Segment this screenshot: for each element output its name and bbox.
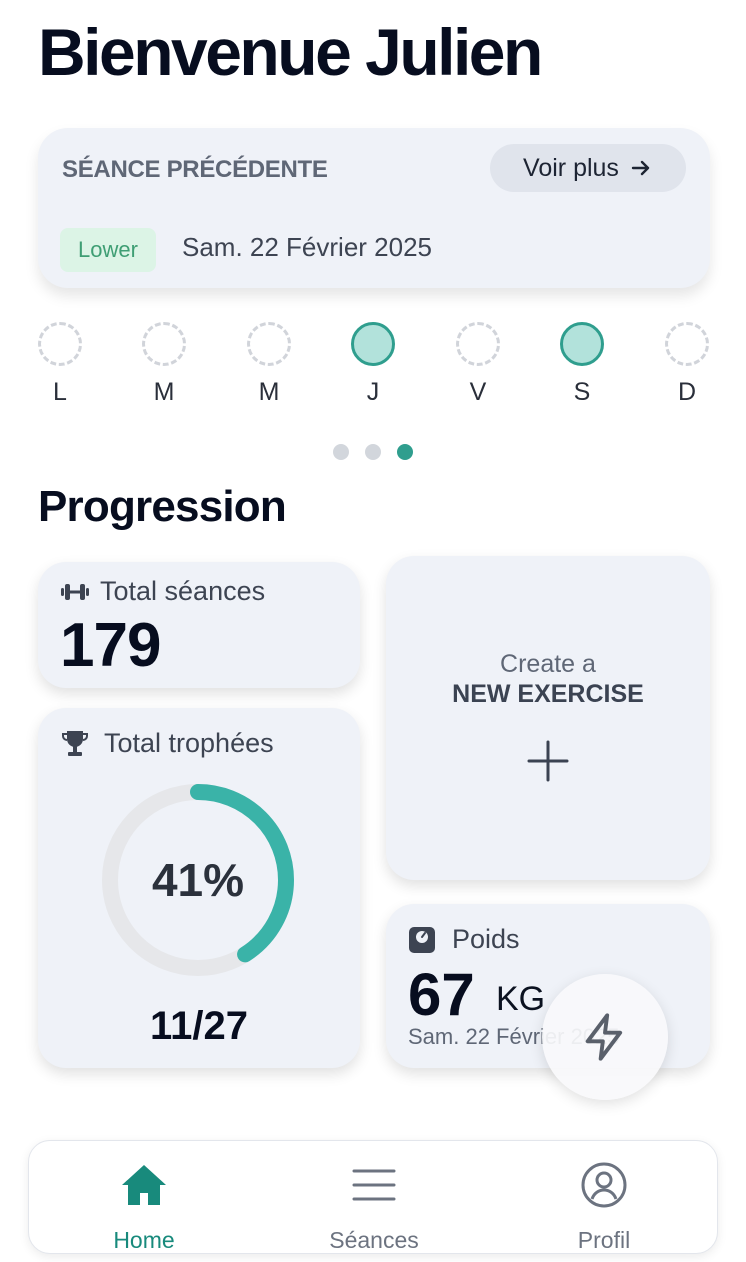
day-label: V <box>469 378 487 406</box>
weight-unit: KG <box>496 980 546 1018</box>
day-status-circle <box>142 322 186 366</box>
see-more-button[interactable]: Voir plus <box>490 144 686 192</box>
previous-session-label: SÉANCE PRÉCÉDENTE <box>62 156 328 183</box>
trophies-header: Total trophées <box>60 728 274 759</box>
day-status-circle <box>665 322 709 366</box>
weight-header: Poids <box>408 924 520 955</box>
quick-action-button[interactable] <box>542 974 668 1100</box>
day-label: J <box>366 378 380 406</box>
day-label: M <box>153 378 175 406</box>
pager-dot[interactable] <box>397 444 413 460</box>
tab-seances[interactable]: Séances <box>259 1141 489 1255</box>
day-sunday[interactable]: D <box>665 322 709 407</box>
day-friday[interactable]: V <box>456 322 500 407</box>
previous-session-date: Sam. 22 Février 2025 <box>182 232 433 262</box>
arrow-right-icon <box>631 160 650 176</box>
day-monday[interactable]: L <box>38 322 82 407</box>
scale-icon <box>409 926 435 953</box>
pager-dots <box>333 444 413 460</box>
create-exercise-line1: Create a <box>500 650 596 678</box>
home-icon <box>122 1165 166 1205</box>
total-sessions-label: Total séances <box>100 576 266 606</box>
day-status-circle <box>560 322 604 366</box>
weight-value: 67 <box>408 961 475 1028</box>
day-wednesday[interactable]: M <box>247 322 291 407</box>
tab-home[interactable]: Home <box>29 1141 259 1255</box>
day-label: S <box>573 378 591 406</box>
total-sessions-value: 179 <box>60 611 161 680</box>
weight-label: Poids <box>452 924 520 954</box>
section-title-progression: Progression <box>38 482 287 531</box>
tab-label: Home <box>113 1227 175 1253</box>
day-thursday[interactable]: J <box>351 322 395 407</box>
week-tracker: L M M J V S D <box>38 322 710 412</box>
create-exercise-card[interactable]: Create a NEW EXERCISE <box>386 556 710 880</box>
tab-label: Séances <box>329 1227 419 1253</box>
see-more-label: Voir plus <box>523 153 619 182</box>
day-saturday[interactable]: S <box>560 322 604 407</box>
tab-profil[interactable]: Profil <box>489 1141 719 1255</box>
profile-icon <box>581 1162 627 1208</box>
total-sessions-card[interactable]: Total séances 179 <box>38 562 360 688</box>
dumbbell-icon <box>61 583 89 600</box>
day-status-circle <box>456 322 500 366</box>
trophies-percent: 41% <box>151 854 245 906</box>
pager-dot[interactable] <box>333 444 349 460</box>
menu-icon <box>352 1169 396 1201</box>
bottom-tab-bar: Home Séances Profil <box>28 1140 718 1254</box>
trophy-icon <box>62 730 88 756</box>
create-exercise-line2: NEW EXERCISE <box>452 680 644 708</box>
trophies-card[interactable]: Total trophées 41% 11/27 <box>38 708 360 1068</box>
pager-dot[interactable] <box>365 444 381 460</box>
trophies-count: 11/27 <box>150 1004 248 1048</box>
day-label: M <box>258 378 280 406</box>
day-status-circle <box>247 322 291 366</box>
day-label: D <box>677 378 697 406</box>
session-type-badge: Lower <box>60 228 156 272</box>
total-sessions-header: Total séances <box>60 576 265 607</box>
previous-session-card[interactable]: SÉANCE PRÉCÉDENTE Voir plus Lower Sam. 2… <box>38 128 710 288</box>
trophies-label: Total trophées <box>104 728 274 758</box>
plus-icon <box>527 740 569 782</box>
day-status-circle <box>351 322 395 366</box>
day-label: L <box>53 378 67 406</box>
tab-label: Profil <box>577 1227 631 1253</box>
day-tuesday[interactable]: M <box>142 322 186 407</box>
lightning-icon <box>585 1013 623 1061</box>
page-title: Bienvenue Julien <box>38 15 543 89</box>
day-status-circle <box>38 322 82 366</box>
